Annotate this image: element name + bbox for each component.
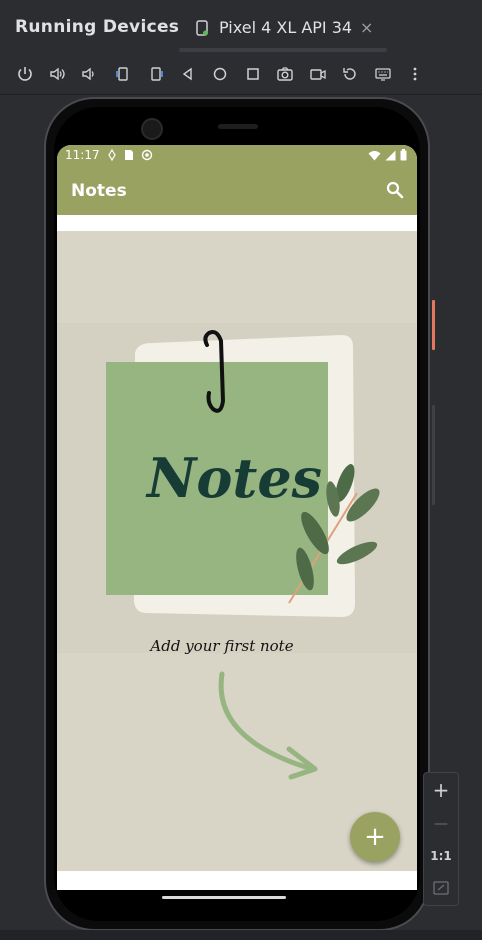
rotate-left-icon[interactable] bbox=[111, 62, 135, 86]
app-title: Notes bbox=[71, 181, 127, 201]
empty-notes-illustration: Notes bbox=[57, 323, 417, 653]
cell-signal-icon bbox=[385, 150, 396, 160]
tab-active-indicator bbox=[179, 48, 387, 52]
search-icon[interactable] bbox=[385, 180, 405, 200]
tab-close-icon[interactable]: × bbox=[360, 18, 373, 37]
volume-side-button[interactable] bbox=[432, 405, 435, 505]
zoom-actual-size-button[interactable]: 1:1 bbox=[424, 841, 458, 871]
running-devices-header: Running Devices Pixel 4 XL API 34 × bbox=[0, 0, 482, 56]
more-icon[interactable] bbox=[403, 62, 427, 86]
device-tab-label: Pixel 4 XL API 34 bbox=[219, 18, 353, 37]
volume-down-icon[interactable] bbox=[77, 62, 101, 86]
app-bar: Notes bbox=[57, 167, 417, 215]
earpiece-speaker bbox=[218, 124, 258, 129]
volume-up-icon[interactable] bbox=[46, 62, 70, 86]
zoom-controls: + — 1:1 bbox=[423, 772, 459, 906]
add-note-button[interactable]: + bbox=[350, 812, 400, 862]
arrow-down-right-icon bbox=[218, 671, 318, 780]
rotate-right-icon[interactable] bbox=[144, 62, 168, 86]
location-icon bbox=[108, 149, 116, 161]
power-side-button[interactable] bbox=[432, 300, 435, 350]
power-icon[interactable] bbox=[13, 62, 37, 86]
keyboard-icon[interactable] bbox=[371, 62, 395, 86]
status-time: 11:17 bbox=[65, 148, 100, 162]
illustration-title: Notes bbox=[145, 446, 322, 510]
wifi-icon bbox=[368, 150, 381, 160]
camera-icon[interactable] bbox=[273, 62, 297, 86]
panel-title: Running Devices bbox=[15, 17, 180, 37]
zoom-in-button[interactable]: + bbox=[424, 775, 458, 805]
device-toolbar bbox=[0, 56, 482, 95]
sim-card-icon bbox=[125, 150, 133, 160]
front-camera bbox=[141, 118, 163, 140]
zoom-fit-screen-icon[interactable] bbox=[424, 873, 458, 903]
android-status-bar: 11:17 bbox=[57, 145, 417, 167]
screenrecord-icon[interactable] bbox=[306, 62, 330, 86]
device-tab[interactable]: Pixel 4 XL API 34 × bbox=[179, 12, 387, 52]
home-icon[interactable] bbox=[208, 62, 232, 86]
back-icon[interactable] bbox=[176, 62, 200, 86]
empty-state-message: Add your first note bbox=[150, 637, 294, 655]
notes-empty-state: Notes Add your first note bbox=[57, 231, 417, 871]
overview-icon[interactable] bbox=[241, 62, 265, 86]
battery-icon bbox=[400, 149, 407, 161]
gesture-home-indicator[interactable] bbox=[162, 896, 286, 899]
device-phone-icon bbox=[196, 20, 208, 36]
device-screen[interactable]: 11:17 Notes Notes Add your first note + bbox=[57, 145, 417, 890]
sync-icon bbox=[141, 149, 153, 161]
zoom-out-button[interactable]: — bbox=[424, 809, 458, 839]
reset-icon[interactable] bbox=[338, 62, 362, 86]
